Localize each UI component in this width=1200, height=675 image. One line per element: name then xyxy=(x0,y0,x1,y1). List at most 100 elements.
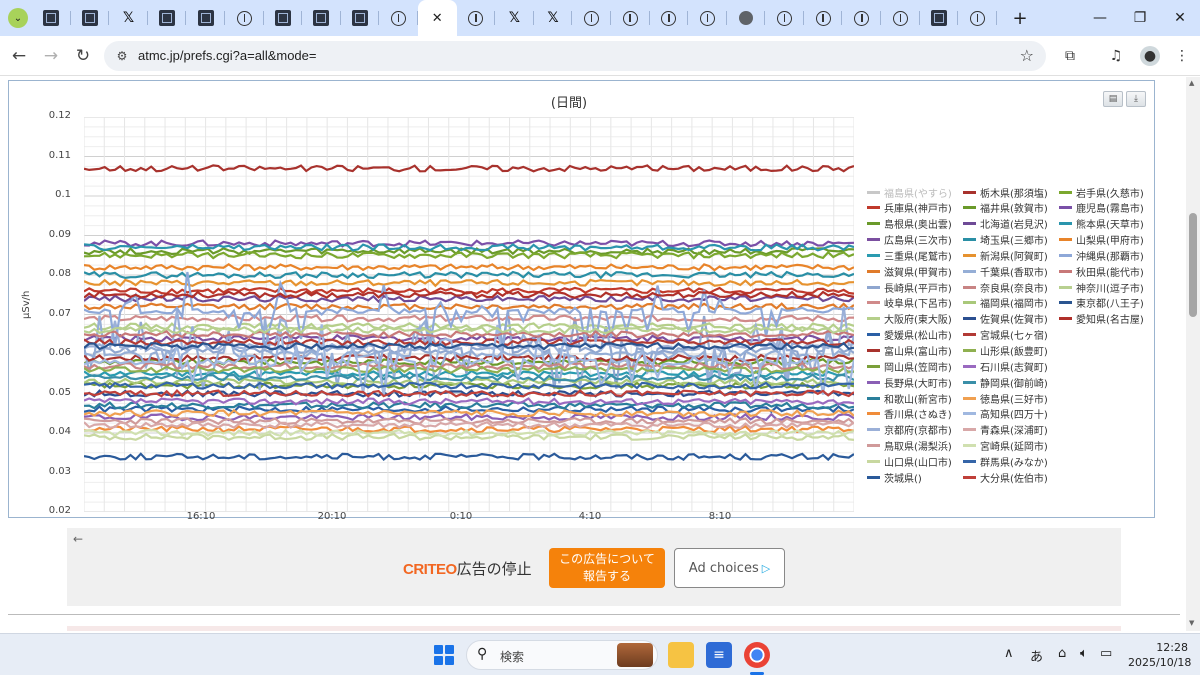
legend-item[interactable]: 島根県(奥出雲) xyxy=(867,217,952,231)
scroll-thumb[interactable] xyxy=(1189,213,1197,317)
back-button[interactable]: ← xyxy=(8,45,30,67)
browser-tab[interactable] xyxy=(341,0,380,36)
legend-item[interactable]: 奈良県(奈良市) xyxy=(963,280,1048,295)
browser-tab[interactable]: 𝕏 xyxy=(495,0,534,36)
legend-item[interactable]: 福岡県(福岡市) xyxy=(963,296,1048,310)
ad-back-arrow-icon[interactable]: ← xyxy=(73,532,83,546)
browser-tab[interactable] xyxy=(264,0,303,36)
legend-item[interactable]: 茨城県() xyxy=(867,470,922,485)
reload-button[interactable]: ↻ xyxy=(72,45,94,67)
network-icon[interactable]: ⌂ xyxy=(1058,646,1066,661)
browser-tab[interactable] xyxy=(842,0,881,36)
show-hidden-icons-icon[interactable]: ∧ xyxy=(1004,646,1014,661)
notepad-icon[interactable]: ≡ xyxy=(706,642,732,668)
tab-search-chevron-icon[interactable]: ⌄ xyxy=(8,8,28,28)
volume-icon[interactable]: 🔈︎ xyxy=(1080,646,1088,661)
legend-item[interactable]: 鳥取県(湯梨浜) xyxy=(867,439,952,453)
menu-kebab-icon[interactable]: ⋮ xyxy=(1172,46,1192,66)
legend-item[interactable]: 熊本県(天草市) xyxy=(1059,217,1144,231)
browser-tab[interactable] xyxy=(71,0,110,36)
bookmark-star-icon[interactable]: ☆ xyxy=(1020,46,1034,65)
legend-item[interactable]: 広島県(三次市) xyxy=(867,233,952,247)
tab-close-icon[interactable]: ✕ xyxy=(432,11,443,26)
legend-item[interactable]: 山形県(飯豊町) xyxy=(963,344,1048,358)
legend-item[interactable]: 大分県(佐伯市) xyxy=(963,470,1048,485)
chrome-icon[interactable] xyxy=(744,642,770,668)
taskbar-search[interactable]: ⚲ 検索 xyxy=(466,640,658,670)
media-control-icon[interactable]: ♫ xyxy=(1106,46,1126,66)
legend-item[interactable]: 富山県(富山市) xyxy=(867,344,952,358)
legend-item[interactable]: 愛知県(名古屋) xyxy=(1059,312,1144,326)
start-button[interactable] xyxy=(434,645,454,665)
legend-item[interactable]: 高知県(四万十) xyxy=(963,407,1048,421)
scroll-down-icon[interactable]: ▼ xyxy=(1189,619,1194,627)
legend-item[interactable]: 埼玉県(三郷市) xyxy=(963,233,1048,247)
legend-item[interactable]: 青森県(深浦町) xyxy=(963,423,1048,437)
legend-item[interactable]: 佐賀県(佐賀市) xyxy=(963,312,1048,326)
legend-item[interactable]: 滋賀県(甲賀市) xyxy=(867,264,952,279)
legend-item[interactable]: 栃木県(那須塩) xyxy=(963,185,1048,200)
legend-item[interactable]: 山梨県(甲府市) xyxy=(1059,233,1144,247)
restore-button[interactable]: ❐ xyxy=(1130,8,1150,28)
browser-tab[interactable] xyxy=(611,0,650,36)
legend-item[interactable]: 岩手県(久慈市) xyxy=(1059,185,1144,200)
legend-item[interactable]: 鹿児島(霧島市) xyxy=(1059,201,1144,215)
browser-tab[interactable] xyxy=(148,0,187,36)
legend-item[interactable]: 和歌山(新宮市) xyxy=(867,391,952,406)
new-tab-button[interactable]: + xyxy=(1010,8,1030,29)
legend-item[interactable]: 北海道(岩見沢) xyxy=(963,217,1048,231)
legend-item[interactable]: 岐阜県(下呂市) xyxy=(867,296,952,310)
ime-indicator[interactable]: あ xyxy=(1030,646,1043,665)
browser-tab[interactable] xyxy=(379,0,418,36)
legend-item[interactable]: 千葉県(香取市) xyxy=(963,264,1048,279)
minimize-button[interactable]: — xyxy=(1090,8,1110,28)
legend-item[interactable]: 京都府(京都市) xyxy=(867,423,952,437)
legend-item[interactable]: 神奈川(逗子市) xyxy=(1059,280,1144,295)
browser-tab[interactable] xyxy=(225,0,264,36)
system-clock[interactable]: 12:28 2025/10/18 xyxy=(1128,640,1191,670)
browser-tab[interactable]: 𝕏 xyxy=(534,0,573,36)
legend-item[interactable]: 秋田県(能代市) xyxy=(1059,264,1144,279)
print-icon[interactable]: ▤ xyxy=(1103,91,1123,107)
legend-item[interactable]: 宮城県(七ヶ宿) xyxy=(963,328,1048,342)
legend-item[interactable]: 徳島県(三好市) xyxy=(963,391,1048,406)
legend-item[interactable]: 岡山県(笠岡市) xyxy=(867,359,952,374)
browser-tab[interactable] xyxy=(688,0,727,36)
browser-tab[interactable]: ✕ xyxy=(417,0,457,36)
browser-tab[interactable] xyxy=(572,0,611,36)
vertical-scrollbar[interactable]: ▲ ▼ xyxy=(1186,77,1200,631)
report-ad-button[interactable]: この広告について 報告する xyxy=(549,548,665,588)
legend-item[interactable]: 宮崎県(延岡市) xyxy=(963,439,1048,453)
browser-tab[interactable] xyxy=(32,0,71,36)
browser-tab[interactable] xyxy=(765,0,804,36)
profile-avatar[interactable]: ● xyxy=(1140,46,1160,66)
legend-item[interactable]: 福島県(やすら) xyxy=(867,185,952,200)
browser-tab[interactable] xyxy=(302,0,341,36)
legend-item[interactable]: 長野県(大町市) xyxy=(867,375,952,390)
legend-item[interactable]: 香川県(さぬき) xyxy=(867,407,952,421)
legend-item[interactable]: 兵庫県(神戸市) xyxy=(867,201,952,215)
window-close-button[interactable]: ✕ xyxy=(1170,8,1190,28)
legend-item[interactable]: 山口県(山口市) xyxy=(867,454,952,469)
browser-tab[interactable] xyxy=(186,0,225,36)
legend-item[interactable]: 静岡県(御前崎) xyxy=(963,375,1048,390)
legend-item[interactable]: 新潟県(阿賀町) xyxy=(963,248,1048,263)
battery-icon[interactable]: ▭ xyxy=(1100,646,1112,661)
browser-tab[interactable] xyxy=(804,0,843,36)
browser-tab[interactable]: 𝕏 xyxy=(109,0,148,36)
legend-item[interactable]: 福井県(敦賀市) xyxy=(963,201,1048,215)
browser-tab[interactable] xyxy=(881,0,920,36)
site-info-icon[interactable]: ⚙ xyxy=(114,48,130,64)
scroll-up-icon[interactable]: ▲ xyxy=(1189,79,1194,87)
legend-item[interactable]: 東京都(八王子) xyxy=(1059,296,1144,310)
browser-tab[interactable] xyxy=(457,0,496,36)
browser-tab[interactable] xyxy=(958,0,997,36)
file-explorer-icon[interactable] xyxy=(668,642,694,668)
legend-item[interactable]: 石川県(志賀町) xyxy=(963,359,1048,374)
legend-item[interactable]: 沖縄県(那覇市) xyxy=(1059,248,1144,263)
browser-tab[interactable] xyxy=(920,0,959,36)
legend-item[interactable]: 群馬県(みなか) xyxy=(963,454,1048,469)
browser-tab[interactable] xyxy=(727,0,766,36)
browser-tab[interactable] xyxy=(650,0,689,36)
download-icon[interactable]: ⤓ xyxy=(1126,91,1146,107)
